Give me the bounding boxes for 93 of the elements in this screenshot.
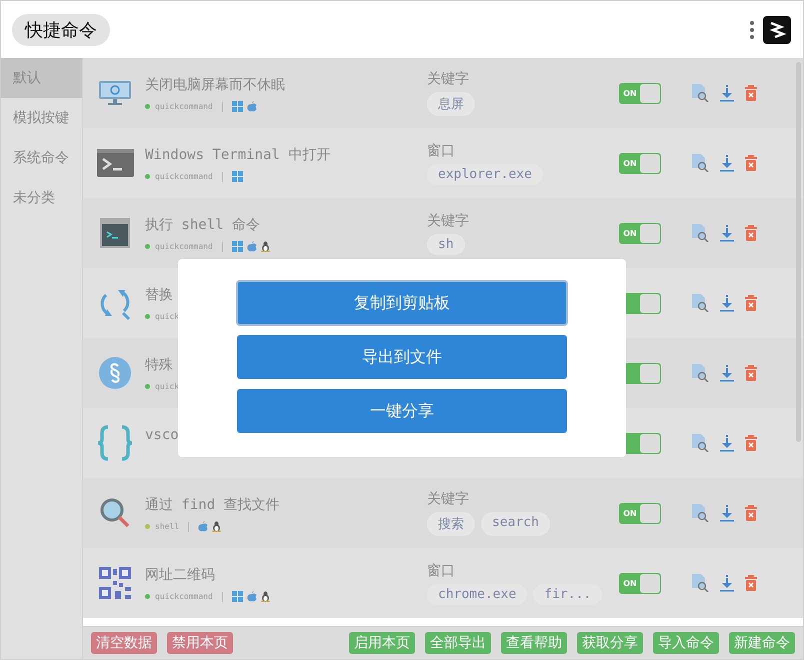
delete-icon[interactable] (745, 575, 757, 591)
keyword-tag: search (481, 512, 550, 536)
keyword-tag: 息屏 (427, 92, 475, 116)
penguin-icon (260, 591, 270, 602)
match-type-label: 关键字 (427, 212, 470, 230)
file-search-icon[interactable] (691, 224, 709, 242)
match-type-label: 关键字 (427, 490, 470, 508)
file-search-icon[interactable] (691, 294, 709, 312)
more-menu-icon[interactable] (749, 20, 755, 40)
download-icon[interactable] (719, 434, 735, 452)
dialog-button[interactable]: 复制到剪贴板 (237, 281, 567, 325)
delete-icon[interactable] (745, 225, 757, 241)
program-label: quickcommand (155, 102, 213, 111)
match-type-label: 窗口 (427, 562, 456, 580)
app-title: 快捷命令 (12, 14, 110, 46)
enable-switch[interactable]: ON (619, 82, 661, 104)
file-search-icon[interactable] (691, 574, 709, 592)
command-title: 特殊 (145, 356, 173, 374)
sidebar-tab[interactable]: 系统命令 (1, 138, 82, 178)
sidebar-tab[interactable]: 模拟按键 (1, 98, 82, 138)
delete-icon[interactable] (745, 505, 757, 521)
monitor-icon (98, 80, 132, 106)
curly-braces-icon (96, 425, 134, 461)
match-type-label: 窗口 (427, 142, 456, 160)
delete-icon[interactable] (745, 365, 757, 381)
footer-button[interactable]: 查看帮助 (501, 632, 567, 654)
section-sign-icon (98, 356, 132, 390)
footer-button[interactable]: 清空数据 (91, 632, 157, 654)
penguin-icon (212, 521, 222, 532)
command-title: Windows Terminal 中打开 (145, 146, 330, 164)
footer-button[interactable]: 禁用本页 (167, 632, 233, 654)
four-squares-icon (232, 591, 243, 602)
program-label: shell (155, 522, 180, 531)
command-title: 关闭电脑屏幕而不休眠 (145, 76, 285, 94)
dialog-button[interactable]: 导出到文件 (237, 335, 567, 379)
download-icon[interactable] (719, 224, 735, 242)
four-squares-icon (232, 241, 243, 252)
file-search-icon[interactable] (691, 504, 709, 522)
app-logo-icon[interactable] (763, 16, 791, 44)
download-icon[interactable] (719, 574, 735, 592)
command-title: 替换 (145, 286, 173, 304)
command-title: 通过 find 查找文件 (145, 496, 280, 514)
apple-icon (246, 591, 257, 602)
enable-switch[interactable]: ON (619, 222, 661, 244)
apple-icon (246, 241, 257, 252)
footer-button[interactable]: 全部导出 (425, 632, 491, 654)
enable-switch[interactable]: ON (619, 502, 661, 524)
keyword-tag: chrome.exe (427, 584, 528, 604)
delete-icon[interactable] (745, 435, 757, 451)
download-icon[interactable] (719, 294, 735, 312)
qr-code-icon (99, 567, 131, 599)
sidebar-tab[interactable]: 未分类 (1, 178, 82, 218)
command-title: 执行 shell 命令 (145, 216, 260, 234)
penguin-icon (260, 241, 270, 252)
keyword-tag: 搜索 (427, 512, 475, 536)
download-icon[interactable] (719, 84, 735, 102)
dialog-button[interactable]: 一键分享 (237, 389, 567, 433)
command-title: vsco (145, 426, 179, 442)
command-title: 网址二维码 (145, 566, 215, 584)
delete-icon[interactable] (745, 295, 757, 311)
terminal-icon (100, 218, 130, 248)
enable-switch[interactable]: ON (619, 152, 661, 174)
delete-icon[interactable] (745, 155, 757, 171)
file-search-icon[interactable] (691, 434, 709, 452)
match-type-label: 关键字 (427, 70, 470, 88)
sidebar-tab[interactable]: 默认 (1, 58, 82, 98)
program-label: quickcommand (155, 592, 213, 601)
keyword-tag: explorer.exe (427, 164, 543, 184)
program-label: quickcommand (155, 242, 213, 251)
footer-button[interactable]: 启用本页 (349, 632, 415, 654)
keyword-tag: sh (427, 234, 465, 254)
footer-button[interactable]: 导入命令 (653, 632, 719, 654)
file-search-icon[interactable] (691, 154, 709, 172)
file-search-icon[interactable] (691, 364, 709, 382)
scrollbar[interactable] (796, 62, 801, 442)
apple-icon (246, 101, 257, 112)
footer-button[interactable]: 获取分享 (577, 632, 643, 654)
enable-switch[interactable]: ON (619, 572, 661, 594)
file-search-icon[interactable] (691, 84, 709, 102)
program-label: quick (155, 312, 180, 321)
download-icon[interactable] (719, 504, 735, 522)
keyword-tag: fir... (533, 584, 602, 604)
four-squares-icon (232, 101, 243, 112)
magnifier-icon (99, 497, 131, 529)
delete-icon[interactable] (745, 85, 757, 101)
apple-icon (198, 521, 208, 532)
program-label: quick (155, 382, 180, 391)
download-icon[interactable] (719, 364, 735, 382)
terminal-icon (96, 149, 134, 177)
download-icon[interactable] (719, 154, 735, 172)
program-label: quickcommand (155, 172, 213, 181)
four-squares-icon (232, 171, 243, 182)
footer-button[interactable]: 新建命令 (729, 632, 795, 654)
